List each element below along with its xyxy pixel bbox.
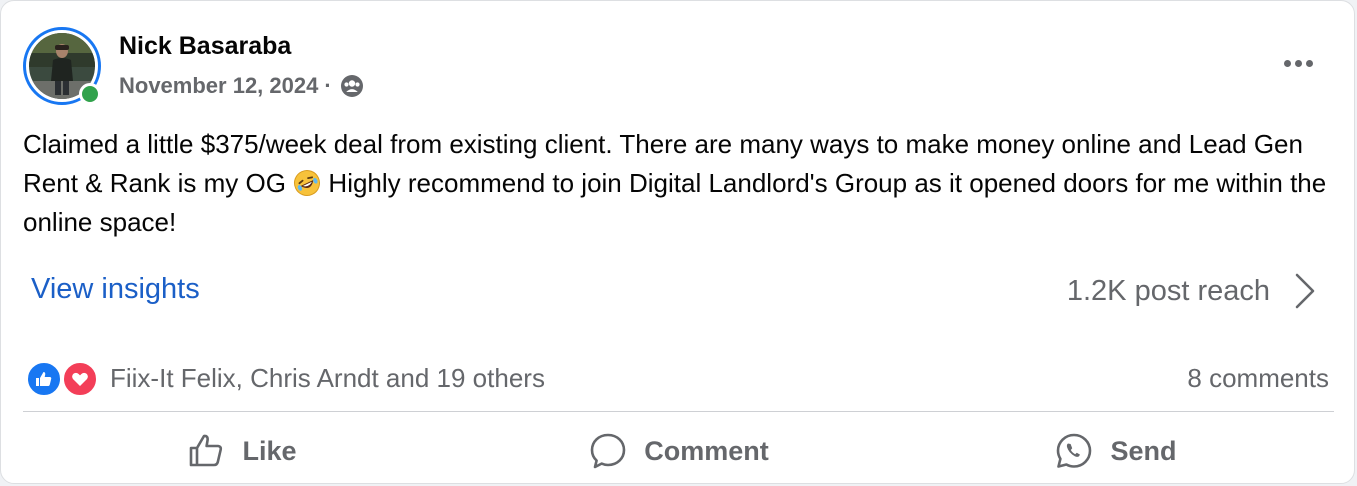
reactions-summary[interactable]: Fiix-It Felix, Chris Arndt and 19 others xyxy=(26,359,545,397)
comment-label: Comment xyxy=(644,435,769,466)
rolling-on-floor-laughing-emoji xyxy=(294,170,321,196)
comment-bubble-icon xyxy=(590,433,626,469)
like-reaction-icon xyxy=(26,361,62,397)
whatsapp-icon xyxy=(1057,433,1092,468)
dot-icon xyxy=(1305,59,1313,67)
chevron-right-icon xyxy=(1295,273,1315,309)
author-avatar-button[interactable] xyxy=(23,27,101,105)
meta-separator: · xyxy=(324,73,332,98)
author-name[interactable]: Nick Basaraba xyxy=(119,32,291,61)
love-reaction-icon xyxy=(62,361,98,397)
dot-icon xyxy=(1283,59,1291,67)
post-reach-button[interactable]: 1.2K post reach xyxy=(1067,269,1318,313)
comments-count-link[interactable]: 8 comments xyxy=(1187,363,1329,394)
dot-icon xyxy=(1294,59,1302,67)
post-meta: November 12, 2024 · xyxy=(119,73,364,99)
post-reach-count: 1.2K post reach xyxy=(1066,274,1270,307)
post-card: Nick Basaraba November 12, 2024 · Claime… xyxy=(0,0,1355,484)
action-bar: Like Comment Send xyxy=(23,419,1334,483)
reaction-icons xyxy=(26,359,102,397)
post-date[interactable]: November 12, 2024 xyxy=(119,73,318,99)
view-insights-link[interactable]: View insights xyxy=(31,273,200,306)
like-label: Like xyxy=(242,435,297,466)
friends-group-icon[interactable] xyxy=(340,74,364,98)
divider xyxy=(23,411,1334,412)
thumbs-up-icon xyxy=(190,434,223,467)
send-button[interactable]: Send xyxy=(897,419,1334,483)
like-button[interactable]: Like xyxy=(23,419,460,483)
reactors-text: Fiix-It Felix, Chris Arndt and 19 others xyxy=(110,362,545,393)
comment-button[interactable]: Comment xyxy=(460,419,897,483)
send-label: Send xyxy=(1110,435,1177,466)
post-body: Claimed a little $375/week deal from exi… xyxy=(23,125,1343,242)
online-status-dot xyxy=(79,83,101,105)
more-options-button[interactable] xyxy=(1275,47,1321,79)
